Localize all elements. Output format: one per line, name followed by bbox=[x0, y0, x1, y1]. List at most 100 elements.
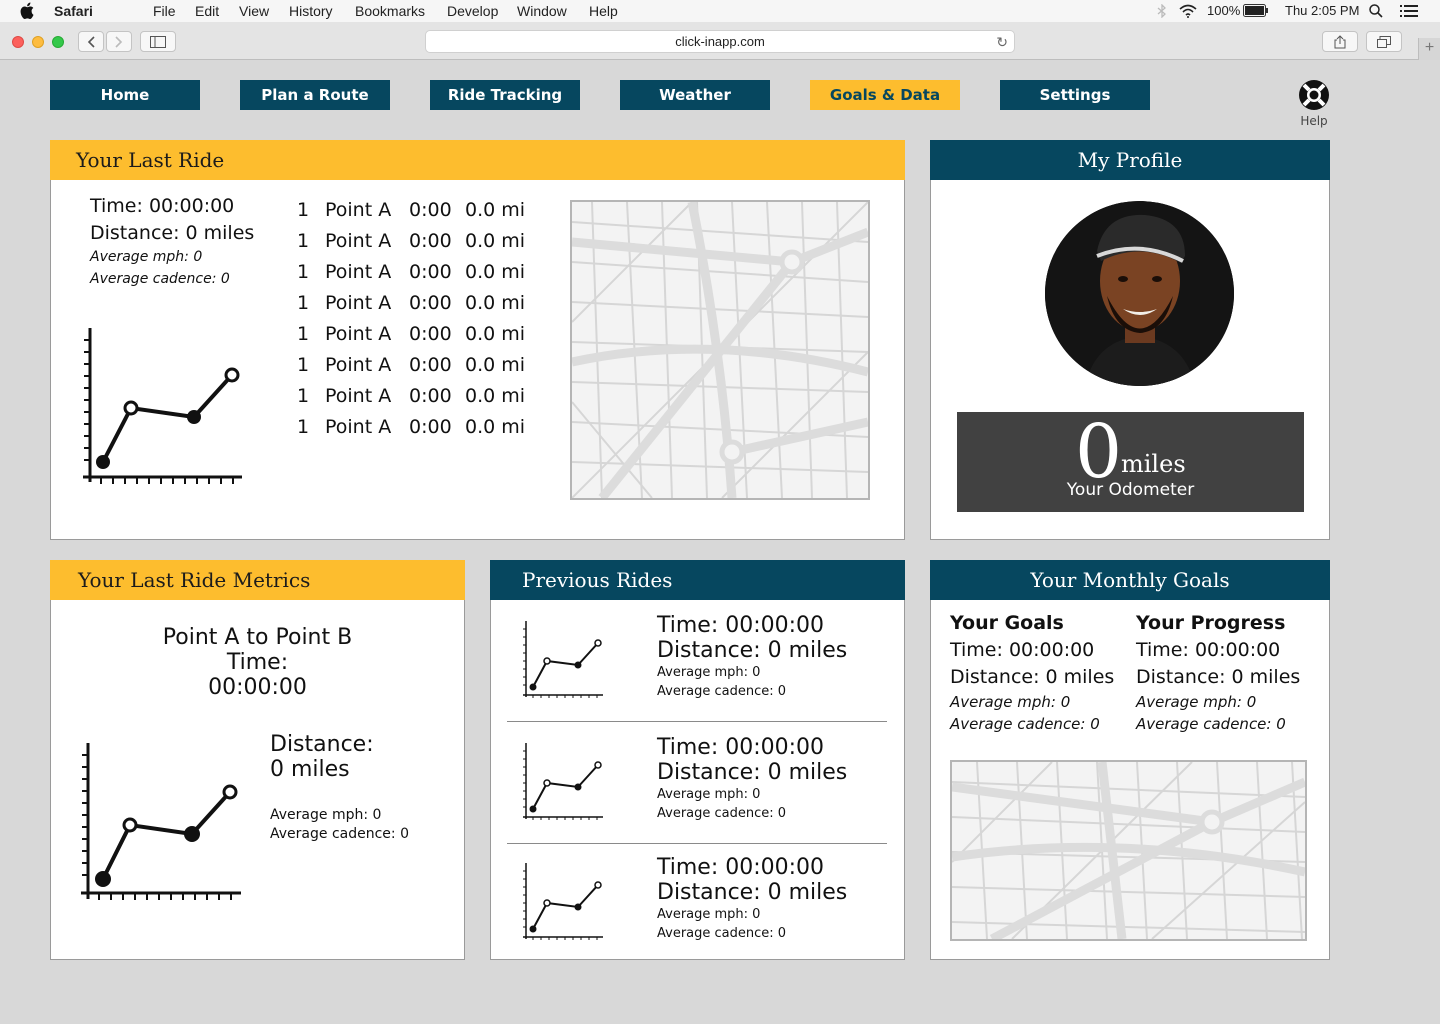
segment-distance: 0.0 mi bbox=[465, 323, 526, 345]
sidebar-toggle-button[interactable] bbox=[140, 31, 176, 52]
previous-ride-item[interactable]: Time: 00:00:00 Distance: 0 miles Average… bbox=[491, 601, 904, 721]
close-window-button[interactable] bbox=[12, 36, 24, 48]
segment-number: 1 bbox=[297, 292, 310, 314]
ride-distance: Distance: 0 miles bbox=[657, 760, 848, 785]
address-bar[interactable]: click-inapp.com ↻ bbox=[425, 30, 1015, 53]
bluetooth-icon[interactable] bbox=[1157, 4, 1167, 18]
ride-mini-chart bbox=[523, 621, 603, 698]
metrics-distance-label: Distance: bbox=[270, 732, 374, 757]
clock: Thu 2:05 PM bbox=[1285, 3, 1360, 18]
goal-mph: Average mph: 0 bbox=[950, 693, 1071, 711]
apple-icon[interactable] bbox=[20, 2, 34, 19]
nav-home[interactable]: Home bbox=[50, 80, 200, 110]
last-ride-panel: Your Last Ride Time: 00:00:00 Distance: … bbox=[50, 140, 905, 540]
menu-bookmarks[interactable]: Bookmarks bbox=[355, 3, 425, 19]
share-icon bbox=[1334, 34, 1346, 48]
segment-number: 1 bbox=[297, 385, 310, 407]
battery-icon[interactable] bbox=[1243, 4, 1269, 17]
menu-history[interactable]: History bbox=[289, 3, 333, 19]
last-ride-cadence: Average cadence: 0 bbox=[90, 271, 230, 287]
ride-time: Time: 00:00:00 bbox=[657, 613, 825, 638]
nav-ride-tracking[interactable]: Ride Tracking bbox=[430, 80, 580, 110]
menu-window[interactable]: Window bbox=[517, 3, 567, 19]
nav-weather[interactable]: Weather bbox=[620, 80, 770, 110]
app-name[interactable]: Safari bbox=[54, 3, 93, 19]
spotlight-search-icon[interactable] bbox=[1369, 4, 1383, 18]
last-ride-time: Time: 00:00:00 bbox=[90, 195, 235, 217]
map-streets-graphic bbox=[952, 762, 1305, 939]
forward-button[interactable] bbox=[106, 31, 132, 52]
menu-file[interactable]: File bbox=[153, 3, 176, 19]
segment-point: Point A bbox=[325, 230, 392, 252]
menu-edit[interactable]: Edit bbox=[195, 3, 219, 19]
odometer-card: 0 miles Your Odometer bbox=[957, 412, 1304, 512]
wifi-icon[interactable] bbox=[1178, 4, 1198, 18]
metrics-title: Your Last Ride Metrics bbox=[50, 560, 465, 600]
browser-toolbar: click-inapp.com ↻ + bbox=[0, 22, 1440, 60]
metrics-time-value: 00:00:00 bbox=[208, 675, 307, 700]
help-button[interactable]: Help bbox=[1294, 78, 1334, 128]
segment-point: Point A bbox=[325, 261, 392, 283]
segment-time: 0:00 bbox=[409, 199, 452, 221]
metrics-distance-value: 0 miles bbox=[270, 757, 350, 782]
segment-time: 0:00 bbox=[409, 385, 452, 407]
segment-number: 1 bbox=[297, 416, 310, 438]
ride-mini-chart bbox=[523, 863, 603, 940]
segment-distance: 0.0 mi bbox=[465, 385, 526, 407]
ride-cadence: Average cadence: 0 bbox=[657, 806, 787, 821]
share-button[interactable] bbox=[1322, 31, 1358, 52]
progress-distance: Distance: 0 miles bbox=[1136, 666, 1301, 688]
last-ride-mph: Average mph: 0 bbox=[90, 249, 203, 265]
segment-point: Point A bbox=[325, 385, 392, 407]
segment-point: Point A bbox=[325, 354, 392, 376]
ride-mph: Average mph: 0 bbox=[657, 665, 761, 680]
segment-number: 1 bbox=[297, 230, 310, 252]
last-ride-metrics-panel: Your Last Ride Metrics Point A to Point … bbox=[50, 560, 465, 960]
new-tab-button[interactable]: + bbox=[1418, 38, 1440, 60]
url-text: click-inapp.com bbox=[675, 34, 765, 49]
show-tabs-button[interactable] bbox=[1366, 31, 1402, 52]
previous-rides-title: Previous Rides bbox=[490, 560, 905, 600]
segment-time: 0:00 bbox=[409, 292, 452, 314]
sidebar-icon bbox=[150, 35, 166, 48]
odometer-unit: miles bbox=[1121, 450, 1186, 478]
ride-distance: Distance: 0 miles bbox=[657, 638, 848, 663]
segment-time: 0:00 bbox=[409, 230, 452, 252]
previous-rides-panel: Previous Rides Time: 00:00:00 Distance: … bbox=[490, 560, 905, 960]
nav-goals-and-data[interactable]: Goals & Data bbox=[810, 80, 960, 110]
chevron-right-icon bbox=[115, 35, 123, 48]
last-ride-title: Your Last Ride bbox=[50, 140, 905, 180]
goal-time: Time: 00:00:00 bbox=[950, 639, 1095, 661]
zoom-window-button[interactable] bbox=[52, 36, 64, 48]
segment-number: 1 bbox=[297, 261, 310, 283]
tabs-overview-icon bbox=[1377, 35, 1391, 48]
menu-help[interactable]: Help bbox=[589, 3, 618, 19]
metrics-line-chart bbox=[81, 743, 241, 900]
segment-distance: 0.0 mi bbox=[465, 354, 526, 376]
ride-mph: Average mph: 0 bbox=[657, 907, 761, 922]
monthly-goals-title: Your Monthly Goals bbox=[930, 560, 1330, 600]
menu-view[interactable]: View bbox=[239, 3, 269, 19]
odometer-label: Your Odometer bbox=[1066, 480, 1195, 500]
segment-number: 1 bbox=[297, 323, 310, 345]
segment-time: 0:00 bbox=[409, 261, 452, 283]
goals-route-map[interactable] bbox=[950, 760, 1307, 941]
reload-icon[interactable]: ↻ bbox=[996, 31, 1008, 53]
chevron-left-icon bbox=[87, 35, 95, 48]
nav-settings[interactable]: Settings bbox=[1000, 80, 1150, 110]
segment-time: 0:00 bbox=[409, 416, 452, 438]
ride-distance: Distance: 0 miles bbox=[657, 880, 848, 905]
previous-ride-item[interactable]: Time: 00:00:00 Distance: 0 miles Average… bbox=[491, 843, 904, 959]
metrics-cadence: Average cadence: 0 bbox=[270, 826, 409, 842]
notification-center-icon[interactable] bbox=[1400, 5, 1418, 17]
ride-divider bbox=[507, 721, 887, 722]
nav-plan-a-route[interactable]: Plan a Route bbox=[240, 80, 390, 110]
back-button[interactable] bbox=[78, 31, 104, 52]
avatar[interactable] bbox=[1045, 201, 1234, 386]
menu-develop[interactable]: Develop bbox=[447, 3, 498, 19]
previous-ride-item[interactable]: Time: 00:00:00 Distance: 0 miles Average… bbox=[491, 723, 904, 843]
segment-point: Point A bbox=[325, 416, 392, 438]
last-ride-route-map[interactable] bbox=[570, 200, 870, 500]
minimize-window-button[interactable] bbox=[32, 36, 44, 48]
progress-time: Time: 00:00:00 bbox=[1136, 639, 1281, 661]
